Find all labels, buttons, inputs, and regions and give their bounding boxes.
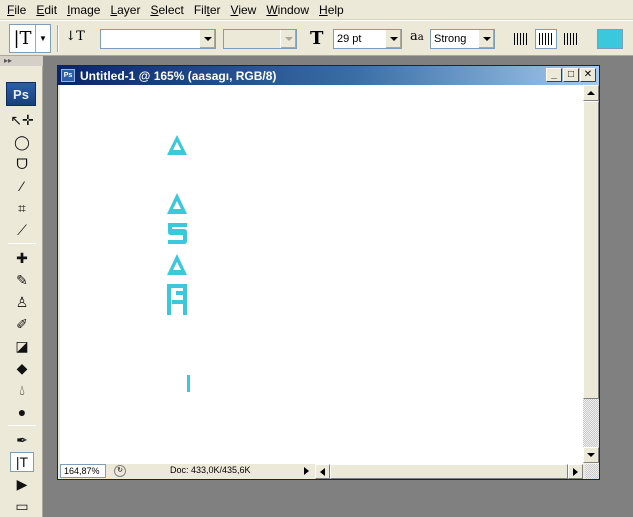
status-info-icon[interactable]: ↻ bbox=[114, 465, 126, 477]
horizontal-scroll-thumb[interactable] bbox=[330, 464, 568, 479]
tool-preset-picker[interactable]: |T ▼ bbox=[9, 24, 51, 53]
chevron-down-icon: ▼ bbox=[39, 34, 47, 43]
font-size-select[interactable]: 29 pt bbox=[333, 29, 402, 49]
antialias-value: Strong bbox=[434, 33, 467, 45]
vertical-scroll-thumb[interactable] bbox=[583, 101, 599, 399]
type-tool-icon: |T bbox=[10, 25, 36, 52]
toolbox: ▸▸ Ps ↖✛ ◯ ᗜ ⁄ ⌗ ⟋ ✚ ✎ ♙ ✐ ◪ ◆ 💧︎ ● ✒ |T… bbox=[0, 56, 43, 517]
blur-tool-icon[interactable]: 💧︎ bbox=[10, 380, 34, 400]
canvas-text-layer[interactable] bbox=[60, 85, 583, 464]
scroll-track bbox=[583, 399, 599, 447]
menu-window[interactable]: Window bbox=[261, 0, 314, 19]
font-family-select[interactable] bbox=[100, 29, 216, 49]
menu-file[interactable]: File bbox=[2, 0, 31, 19]
toolbox-separator bbox=[8, 425, 36, 426]
zoom-level-field[interactable]: 164,87% bbox=[60, 464, 106, 478]
document-title: Untitled-1 @ 165% (aasagı, RGB/8) bbox=[80, 68, 277, 83]
chevron-down-icon bbox=[385, 30, 401, 48]
document-titlebar[interactable]: Ps Untitled-1 @ 165% (aasagı, RGB/8) _ □… bbox=[58, 66, 599, 85]
glyph-s bbox=[168, 223, 187, 244]
scroll-right-icon[interactable] bbox=[568, 464, 583, 479]
antialias-select[interactable]: Strong bbox=[430, 29, 495, 49]
marquee-tool-icon[interactable]: ◯ bbox=[10, 132, 34, 152]
shape-tool-icon[interactable]: ▭ bbox=[10, 496, 34, 516]
crop-tool-icon[interactable]: ⌗ bbox=[10, 198, 34, 218]
resize-grip[interactable] bbox=[585, 464, 599, 479]
antialias-icon: aa bbox=[410, 29, 424, 44]
align-left-icon bbox=[514, 33, 528, 45]
menu-filter[interactable]: Filter bbox=[189, 0, 226, 19]
minimize-button[interactable]: _ bbox=[546, 68, 562, 82]
ps-document-icon: Ps bbox=[61, 69, 75, 82]
move-tool-icon[interactable]: ↖✛ bbox=[10, 110, 34, 130]
close-button[interactable]: ✕ bbox=[580, 68, 596, 82]
document-canvas[interactable] bbox=[60, 85, 583, 464]
menu-view[interactable]: View bbox=[226, 0, 262, 19]
path-selection-tool-icon[interactable]: ▶ bbox=[10, 474, 34, 494]
status-menu-arrow-icon[interactable] bbox=[301, 465, 311, 477]
dodge-tool-icon[interactable]: ● bbox=[10, 402, 34, 422]
doc-size-readout: Doc: 433,0K/435,6K bbox=[170, 465, 251, 475]
vertical-scrollbar[interactable] bbox=[583, 85, 599, 464]
toolbox-grip[interactable]: ▸▸ bbox=[0, 56, 43, 66]
align-right-icon bbox=[564, 33, 578, 45]
align-center-button[interactable] bbox=[535, 29, 557, 49]
maximize-button[interactable]: □ bbox=[563, 68, 579, 82]
eraser-tool-icon[interactable]: ◪ bbox=[10, 336, 34, 356]
scroll-down-icon[interactable] bbox=[583, 447, 599, 463]
document-window[interactable]: Ps Untitled-1 @ 165% (aasagı, RGB/8) _ □… bbox=[57, 65, 600, 480]
font-size-value: 29 pt bbox=[337, 33, 362, 45]
history-brush-tool-icon[interactable]: ✐ bbox=[10, 314, 34, 334]
font-style-select[interactable] bbox=[223, 29, 297, 49]
chevron-down-icon bbox=[199, 30, 215, 48]
scroll-left-icon[interactable] bbox=[315, 464, 330, 479]
options-bar: |T ▼ ↓T T 29 pt aa Strong bbox=[0, 20, 633, 56]
glyph-triangle bbox=[167, 135, 187, 155]
brush-tool-icon[interactable]: ✎ bbox=[10, 270, 34, 290]
align-left-button[interactable] bbox=[510, 29, 532, 49]
menu-image[interactable]: Image bbox=[62, 0, 105, 19]
font-size-icon: T bbox=[310, 28, 324, 49]
glyph-dash bbox=[187, 375, 190, 392]
chevron-down-icon bbox=[280, 30, 296, 48]
menu-select[interactable]: Select bbox=[145, 0, 188, 19]
glyph-g bbox=[167, 284, 187, 315]
scroll-up-icon[interactable] bbox=[583, 85, 599, 101]
chevron-down-icon bbox=[478, 30, 494, 48]
vertical-text-glyphs bbox=[167, 135, 190, 392]
paint-bucket-tool-icon[interactable]: ◆ bbox=[10, 358, 34, 378]
toolbox-separator bbox=[8, 243, 36, 244]
healing-brush-tool-icon[interactable]: ✚ bbox=[10, 248, 34, 268]
slice-tool-icon[interactable]: ⟋ bbox=[10, 220, 34, 240]
type-tool-icon[interactable]: |T bbox=[10, 452, 34, 472]
glyph-triangle bbox=[167, 193, 187, 214]
options-separator bbox=[57, 25, 59, 52]
menu-help[interactable]: Help bbox=[314, 0, 349, 19]
pen-tool-icon[interactable]: ✒ bbox=[10, 430, 34, 450]
menu-layer[interactable]: Layer bbox=[105, 0, 145, 19]
menu-bar: File Edit Image Layer Select Filter View Window… bbox=[0, 0, 633, 20]
menu-edit[interactable]: Edit bbox=[31, 0, 62, 19]
align-center-icon bbox=[539, 33, 553, 45]
text-orientation-icon[interactable]: ↓T bbox=[65, 29, 85, 49]
document-statusbar: 164,87% ↻ Doc: 433,0K/435,6K bbox=[60, 464, 599, 479]
text-color-swatch[interactable] bbox=[597, 29, 623, 49]
clone-stamp-tool-icon[interactable]: ♙ bbox=[10, 292, 34, 312]
lasso-tool-icon[interactable]: ᗜ bbox=[10, 154, 34, 174]
align-right-button[interactable] bbox=[560, 29, 582, 49]
ps-logo[interactable]: Ps bbox=[6, 82, 36, 106]
magic-wand-tool-icon[interactable]: ⁄ bbox=[10, 176, 34, 196]
horizontal-scrollbar[interactable] bbox=[315, 464, 583, 479]
glyph-triangle bbox=[167, 254, 187, 275]
